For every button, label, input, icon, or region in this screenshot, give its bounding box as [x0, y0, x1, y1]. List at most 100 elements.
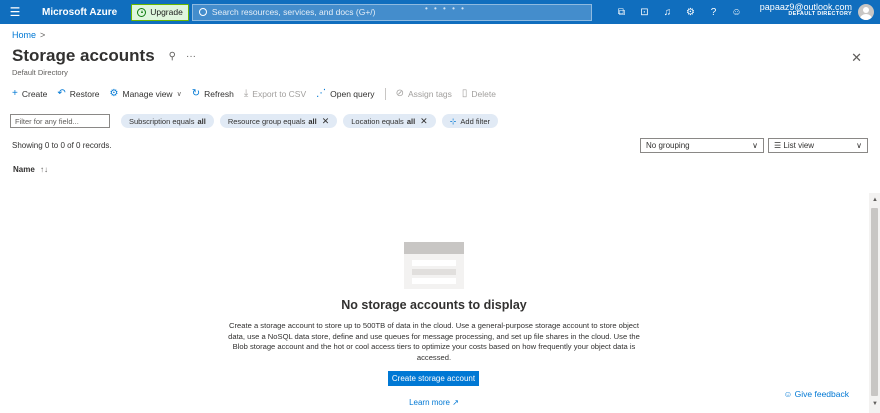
pin-icon[interactable]: ⚲ — [169, 51, 176, 62]
external-link-icon: ↗ — [452, 398, 459, 407]
resource-group-filter-label: Resource group equals — [227, 116, 306, 126]
trash-icon: ▯ — [461, 88, 468, 99]
chevron-down-icon: ∨ — [176, 90, 182, 98]
assign-tags-button[interactable]: ⊘ Assign tags — [396, 88, 452, 99]
page-subtitle: Default Directory — [12, 68, 68, 77]
help-icon[interactable]: ? — [702, 0, 725, 24]
chevron-down-icon: ∨ — [752, 141, 758, 150]
more-options-icon[interactable]: ··· — [186, 51, 196, 62]
add-filter-icon: ⊹ — [449, 116, 457, 126]
remove-filter-icon[interactable]: ✕ — [420, 116, 428, 127]
resource-group-filter-pill[interactable]: Resource group equals all ✕ — [219, 114, 338, 128]
filter-input[interactable] — [10, 114, 110, 128]
remove-filter-icon[interactable]: ✕ — [322, 116, 330, 127]
scroll-down-icon[interactable]: ▼ — [872, 401, 878, 407]
upgrade-label: Upgrade — [150, 7, 183, 17]
grouping-dropdown[interactable]: No grouping ∨ — [640, 138, 764, 153]
view-value: List view — [783, 141, 815, 150]
empty-state-description: Create a storage account to store up to … — [228, 321, 640, 362]
create-button[interactable]: + Create — [12, 88, 47, 99]
add-filter-label: Add filter — [460, 116, 491, 126]
subscription-filter-value: all — [197, 116, 206, 126]
open-query-label: Open query — [330, 88, 375, 99]
restore-button[interactable]: ↶ Restore — [57, 88, 99, 99]
scroll-up-icon[interactable]: ▲ — [872, 197, 878, 203]
add-filter-button[interactable]: ⊹ Add filter — [441, 114, 499, 128]
upgrade-icon — [137, 7, 147, 17]
breadcrumb-home[interactable]: Home — [12, 30, 36, 40]
title-row: Storage accounts ⚲ ··· — [12, 46, 196, 66]
search-icon — [198, 8, 207, 16]
export-csv-button[interactable]: ⤓ Export to CSV — [244, 88, 306, 99]
create-storage-account-button[interactable]: Create storage account — [388, 371, 479, 386]
column-name-label: Name — [13, 165, 35, 174]
export-csv-label: Export to CSV — [252, 88, 307, 99]
loading-dots-icon: • • • • • — [425, 4, 466, 13]
refresh-button[interactable]: ↻ Refresh — [192, 88, 234, 99]
refresh-label: Refresh — [204, 88, 234, 99]
breadcrumb-separator: > — [40, 30, 46, 40]
download-icon: ⤓ — [243, 88, 249, 99]
learn-more-link[interactable]: Learn more ↗ — [0, 398, 868, 407]
gear-icon: ⚙ — [109, 88, 119, 99]
create-label: Create — [21, 88, 48, 99]
breadcrumb: Home > — [12, 30, 45, 40]
illustration-header — [404, 242, 464, 254]
open-query-button[interactable]: ⋰ Open query — [316, 88, 374, 99]
location-filter-value: all — [406, 116, 416, 126]
global-search-input[interactable] — [211, 7, 572, 17]
scrollbar-thumb[interactable] — [871, 208, 878, 396]
illustration-row — [412, 269, 456, 275]
subscription-filter-pill[interactable]: Subscription equals all — [121, 114, 214, 128]
subscription-filter-label: Subscription equals — [129, 116, 195, 126]
manage-view-button[interactable]: ⚙ Manage view ∨ — [110, 88, 182, 99]
delete-button[interactable]: ▯ Delete — [462, 88, 496, 99]
list-icon: ☰ — [774, 141, 782, 150]
restore-icon: ↶ — [57, 88, 66, 99]
chevron-down-icon: ∨ — [856, 141, 862, 150]
delete-label: Delete — [471, 88, 496, 99]
filter-bar: Subscription equals all Resource group e… — [10, 114, 504, 128]
give-feedback-link[interactable]: ☺ Give feedback — [784, 389, 849, 399]
account-menu[interactable]: papaaz9@outlook.com DEFAULT DIRECTORY — [760, 2, 852, 18]
directory-filter-icon[interactable]: ⊡ — [633, 0, 656, 24]
assign-tags-label: Assign tags — [407, 88, 452, 99]
plus-icon: + — [12, 88, 18, 99]
page-title: Storage accounts — [12, 46, 155, 65]
give-feedback-label: Give feedback — [794, 389, 849, 399]
refresh-icon: ↻ — [191, 88, 201, 99]
view-dropdown[interactable]: ☰ List view ∨ — [768, 138, 868, 153]
feedback-person-icon: ☺ — [783, 389, 793, 399]
location-filter-pill[interactable]: Location equals all ✕ — [343, 114, 436, 128]
records-summary: Showing 0 to 0 of 0 records. — [12, 141, 112, 150]
view-selected: ☰ List view — [774, 141, 814, 150]
top-bar-icons: ⧉ ⊡ ♫ ⚙ ? ☺ — [610, 0, 748, 24]
query-icon: ⋰ — [316, 88, 327, 99]
cloud-shell-icon[interactable]: ⧉ — [610, 0, 633, 24]
command-bar: + Create ↶ Restore ⚙ Manage view ∨ ↻ Ref… — [12, 85, 506, 102]
column-header-name[interactable]: Name ↑↓ — [13, 165, 48, 174]
hamburger-menu-icon[interactable]: ☰ — [0, 0, 30, 24]
resource-group-filter-value: all — [308, 116, 317, 126]
empty-state-title: No storage accounts to display — [341, 298, 527, 312]
grouping-value: No grouping — [646, 141, 690, 150]
tag-icon: ⊘ — [395, 88, 404, 99]
learn-more-label: Learn more — [409, 398, 450, 407]
illustration-row — [412, 278, 456, 284]
avatar[interactable] — [858, 4, 874, 20]
vertical-scrollbar[interactable]: ▲ ▼ — [869, 193, 880, 413]
illustration-row — [412, 260, 456, 266]
brand-link[interactable]: Microsoft Azure — [42, 7, 117, 18]
sort-icon: ↑↓ — [40, 165, 49, 174]
upgrade-button[interactable]: Upgrade — [131, 3, 189, 21]
manage-view-label: Manage view — [122, 88, 173, 99]
feedback-icon[interactable]: ☺ — [725, 0, 748, 24]
global-search[interactable] — [191, 3, 592, 21]
settings-icon[interactable]: ⚙ — [679, 0, 702, 24]
empty-state-illustration — [404, 242, 464, 289]
toolbar-divider — [384, 87, 386, 100]
account-directory: DEFAULT DIRECTORY — [788, 11, 852, 18]
close-icon[interactable]: ✕ — [851, 50, 862, 66]
notifications-icon[interactable]: ♫ — [656, 0, 679, 24]
location-filter-label: Location equals — [351, 116, 404, 126]
